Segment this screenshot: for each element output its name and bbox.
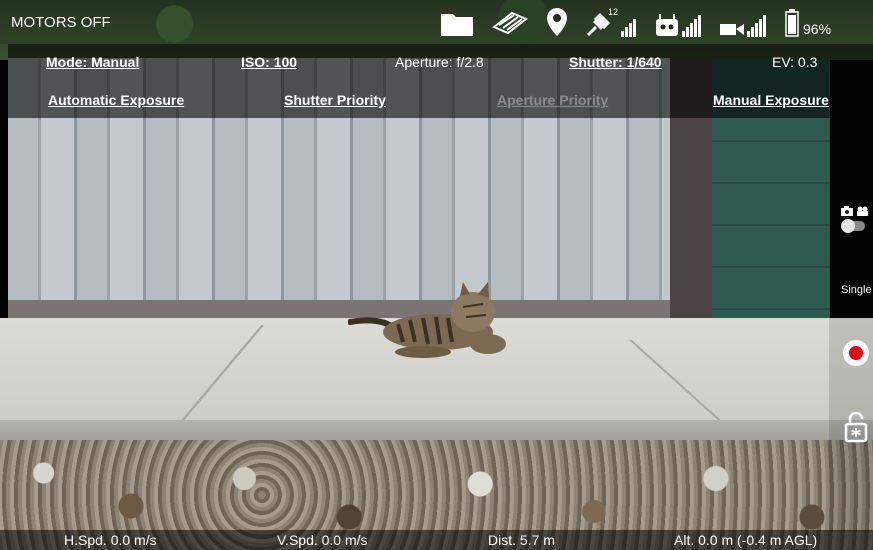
unlock-button[interactable] [844, 411, 868, 443]
battery-percent: 96% [803, 21, 832, 37]
ev-setting: EV: 0.3 [772, 54, 818, 70]
shutter-priority-button[interactable]: Shutter Priority [284, 92, 386, 108]
iso-setting[interactable]: ISO: 100 [241, 54, 297, 70]
gps-signal-bars [621, 19, 637, 37]
remote-controller-icon [655, 7, 702, 37]
manual-exposure-button[interactable]: Manual Exposure [713, 92, 829, 108]
aperture-setting: Aperture: f/2.8 [395, 54, 484, 70]
camera-sidebar [829, 118, 873, 532]
vertical-speed: V.Spd. 0.0 m/s [277, 532, 368, 548]
rc-signal-bars [682, 15, 702, 37]
map-layers-icon[interactable] [492, 7, 528, 37]
satellite-icon: 12 [586, 7, 637, 37]
unlock-icon [844, 411, 868, 443]
photo-mode-icon [841, 206, 868, 216]
exposure-settings-panel: Mode: Manual ISO: 100 Aperture: f/2.8 Sh… [8, 44, 873, 118]
folder-icon[interactable] [440, 7, 474, 37]
motors-status: MOTORS OFF [11, 14, 111, 31]
altitude: Alt. 0.0 m (-0.4 m AGL) [674, 532, 818, 548]
satellite-count: 12 [608, 7, 619, 17]
mode-setting[interactable]: Mode: Manual [46, 54, 139, 70]
status-icons: 12 96% [440, 4, 831, 40]
toggle-knob[interactable] [841, 219, 855, 233]
record-icon [849, 346, 863, 360]
video-mode-icon [857, 206, 868, 216]
aperture-priority-button: Aperture Priority [497, 92, 609, 108]
automatic-exposure-button[interactable]: Automatic Exposure [48, 92, 184, 108]
horizontal-speed: H.Spd. 0.0 m/s [64, 532, 157, 548]
battery-icon: 96% [785, 7, 831, 37]
cat [348, 282, 506, 358]
shoot-mode-label[interactable]: Single [841, 284, 872, 296]
status-bar: MOTORS OFF 12 96% [0, 0, 873, 44]
video-link-icon [720, 7, 767, 37]
distance: Dist. 5.7 m [488, 532, 555, 548]
shutter-setting[interactable]: Shutter: 1/640 [569, 54, 662, 70]
video-signal-bars [747, 15, 767, 37]
location-pin-icon[interactable] [546, 7, 568, 37]
telemetry-bar: H.Spd. 0.0 m/s V.Spd. 0.0 m/s Dist. 5.7 … [0, 530, 873, 550]
record-button[interactable] [843, 340, 869, 366]
